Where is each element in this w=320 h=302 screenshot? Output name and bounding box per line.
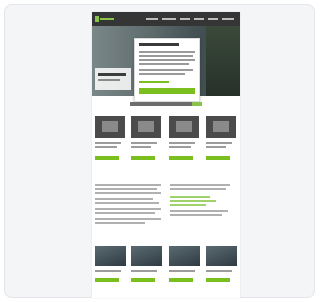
body-text-line bbox=[95, 188, 157, 190]
product-tile-image[interactable] bbox=[95, 116, 125, 138]
body-text-line bbox=[95, 218, 161, 220]
section-heading-accent bbox=[192, 102, 202, 106]
hero-title-line bbox=[98, 73, 126, 76]
product-image bbox=[213, 121, 229, 132]
hero-photo bbox=[206, 26, 240, 96]
body-text-line bbox=[95, 184, 161, 186]
body-text-line bbox=[95, 212, 155, 214]
site-header bbox=[92, 12, 240, 26]
hero-subtitle-line bbox=[98, 79, 120, 81]
dialog-text-line bbox=[139, 63, 189, 65]
gallery-image[interactable] bbox=[169, 246, 200, 266]
tile-cta-button[interactable] bbox=[131, 156, 155, 160]
body-text-line bbox=[170, 188, 226, 190]
dialog-text-line bbox=[139, 55, 193, 57]
gallery-cta-button[interactable] bbox=[169, 278, 193, 282]
body-text-line bbox=[170, 214, 222, 216]
gallery-text-line bbox=[169, 270, 195, 272]
brand-logo-icon bbox=[95, 16, 114, 22]
nav-item[interactable] bbox=[222, 18, 234, 20]
body-text-line bbox=[95, 202, 159, 204]
product-tile-image[interactable] bbox=[169, 116, 199, 138]
gallery-image[interactable] bbox=[95, 246, 126, 266]
accept-cookies-button[interactable] bbox=[139, 88, 195, 94]
tile-cta-button[interactable] bbox=[169, 156, 193, 160]
gallery-cta-button[interactable] bbox=[206, 278, 230, 282]
gallery-text-line bbox=[206, 270, 232, 272]
body-text-line bbox=[95, 208, 161, 210]
tile-text-line bbox=[169, 146, 191, 148]
dialog-text-line bbox=[139, 59, 195, 61]
product-image bbox=[102, 121, 118, 132]
product-image bbox=[138, 121, 154, 132]
gallery-cta-button[interactable] bbox=[131, 278, 155, 282]
gallery-image[interactable] bbox=[206, 246, 237, 266]
hero-caption bbox=[95, 68, 131, 90]
gallery-text-line bbox=[131, 270, 157, 272]
text-link[interactable] bbox=[170, 204, 206, 206]
product-tile-image[interactable] bbox=[206, 116, 236, 138]
tile-cta-button[interactable] bbox=[206, 156, 230, 160]
body-text-line bbox=[170, 210, 228, 212]
tile-text-line bbox=[131, 142, 157, 144]
tile-text-line bbox=[95, 142, 121, 144]
body-text-line bbox=[170, 184, 230, 186]
text-link[interactable] bbox=[170, 196, 210, 198]
dialog-settings-link[interactable] bbox=[139, 81, 169, 83]
body-text-line bbox=[95, 222, 145, 224]
gallery-cta-button[interactable] bbox=[95, 278, 119, 282]
section-heading bbox=[130, 102, 202, 106]
body-text-line bbox=[95, 192, 161, 194]
tile-cta-button[interactable] bbox=[95, 156, 119, 160]
nav-item[interactable] bbox=[180, 18, 190, 20]
dialog-text-line bbox=[139, 73, 185, 75]
body-text-line bbox=[95, 198, 153, 200]
text-link[interactable] bbox=[170, 200, 216, 202]
tile-text-line bbox=[206, 142, 232, 144]
product-image bbox=[176, 121, 192, 132]
nav-item[interactable] bbox=[194, 18, 204, 20]
product-tile-image[interactable] bbox=[131, 116, 161, 138]
tile-text-line bbox=[169, 142, 195, 144]
tile-text-line bbox=[206, 146, 226, 148]
nav-item[interactable] bbox=[208, 18, 218, 20]
tile-text-line bbox=[95, 146, 117, 148]
nav-item[interactable] bbox=[162, 18, 176, 20]
dialog-text-line bbox=[139, 51, 195, 53]
tile-text-line bbox=[131, 146, 151, 148]
dialog-text-line bbox=[139, 69, 193, 71]
gallery-image[interactable] bbox=[131, 246, 162, 266]
dialog-heading-line bbox=[139, 43, 179, 46]
gallery-text-line bbox=[95, 270, 121, 272]
nav-item[interactable] bbox=[146, 18, 158, 20]
cookie-consent-dialog bbox=[134, 38, 200, 102]
website-thumbnail[interactable] bbox=[92, 12, 240, 298]
